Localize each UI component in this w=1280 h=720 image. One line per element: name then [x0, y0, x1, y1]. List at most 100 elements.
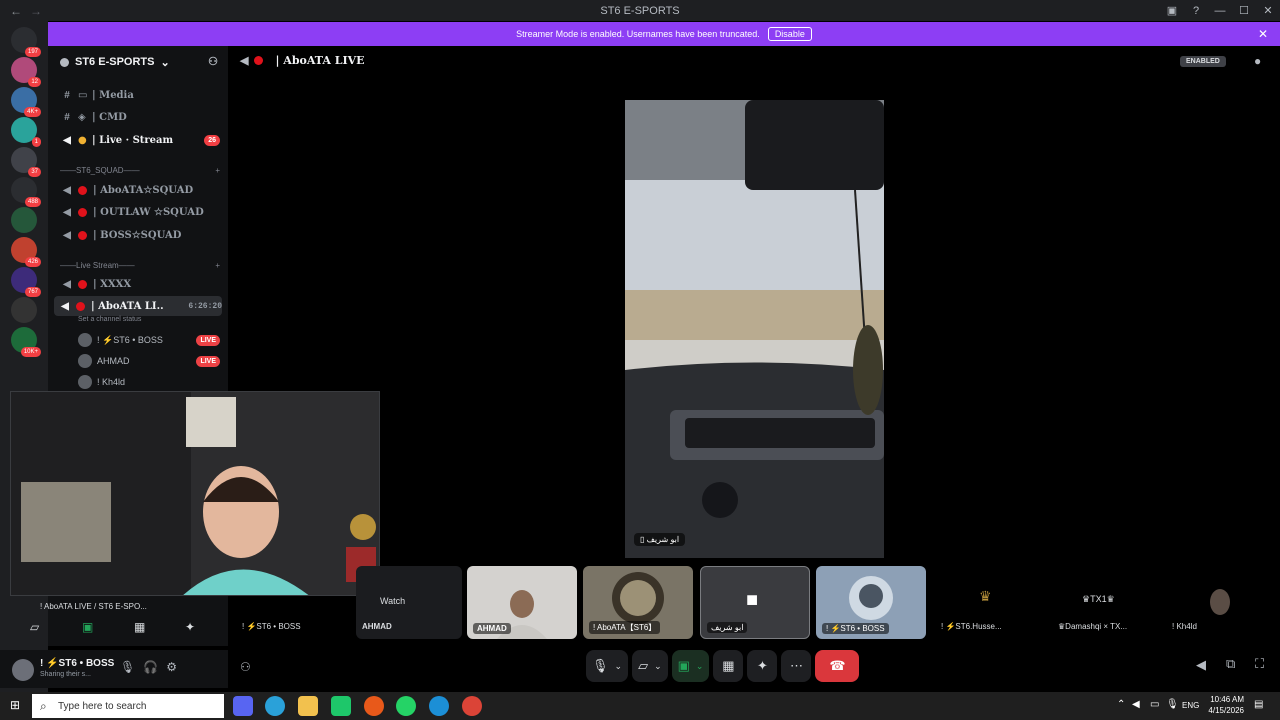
- live-badge: LIVE: [196, 355, 220, 367]
- gear-icon[interactable]: ⚙: [166, 660, 177, 674]
- guild-icon: [60, 57, 69, 67]
- participant-tile[interactable]: ♛ ! ⚡ST6.Husse...: [935, 566, 1045, 639]
- network-icon[interactable]: ▭: [1150, 699, 1159, 710]
- clock[interactable]: 10:46 AM 4/15/2026: [1208, 694, 1244, 716]
- participant-tile[interactable]: ! Kh4ld: [1168, 566, 1280, 639]
- add-channel-icon[interactable]: +: [215, 166, 220, 175]
- voice-channel-squad1[interactable]: ◀ | AboATA☆SQUAD: [56, 179, 226, 201]
- soundboard-button[interactable]: ✦: [747, 650, 778, 682]
- voice-user[interactable]: ! Kh4ld: [78, 372, 220, 392]
- channel-live-stream[interactable]: ◀ ● | Live · Stream 26: [56, 129, 220, 151]
- participant-tile[interactable]: AHMAD: [467, 566, 577, 639]
- streamer-mode-banner: Streamer Mode is enabled. Usernames have…: [48, 22, 1280, 46]
- discord-app-icon[interactable]: [233, 696, 253, 716]
- volume-icon[interactable]: ◀: [1196, 657, 1206, 673]
- participant-tile[interactable]: Watch AHMAD: [356, 566, 462, 639]
- microphone-icon[interactable]: 🎙: [120, 660, 135, 674]
- server-icon[interactable]: [11, 207, 37, 233]
- microphone-icon[interactable]: 🎙: [1166, 699, 1179, 710]
- voice-channel-squad3[interactable]: ◀ | BOSS☆SQUAD: [56, 224, 226, 246]
- server-icon[interactable]: 426: [11, 237, 41, 267]
- screen-share-button[interactable]: ▣ ⌄: [671, 650, 710, 682]
- hang-up-icon: ☎: [829, 658, 846, 673]
- voice-user[interactable]: AHMAD LIVE: [78, 351, 220, 371]
- headphones-icon[interactable]: 🎧: [143, 660, 158, 674]
- add-friend-icon[interactable]: ⚇: [240, 660, 251, 674]
- server-icon[interactable]: 12: [11, 57, 41, 87]
- help-icon[interactable]: ?: [1184, 5, 1208, 17]
- channel-media[interactable]: # ▭ | Media: [56, 84, 226, 106]
- edge-app-icon[interactable]: [429, 696, 449, 716]
- server-icon[interactable]: 4K+: [11, 87, 41, 117]
- inbox-icon[interactable]: ▣: [1160, 4, 1184, 17]
- participant-tile[interactable]: ! ⚡ST6 • BOSS: [234, 566, 354, 639]
- activities-icon[interactable]: ▦: [134, 620, 145, 634]
- ellipsis-icon: ⋯: [789, 658, 803, 673]
- screen-share-icon[interactable]: ▣: [82, 620, 93, 634]
- server-icon[interactable]: 37: [11, 147, 41, 177]
- enabled-badge[interactable]: ENABLED: [1180, 56, 1226, 67]
- channel-timer: 6:26:20: [188, 301, 222, 311]
- server-icon[interactable]: 197: [11, 27, 41, 57]
- chrome-app-icon[interactable]: [462, 696, 482, 716]
- stremio-app-icon[interactable]: [331, 696, 351, 716]
- more-options-button[interactable]: ⋯: [781, 650, 812, 682]
- server-badge: 4K+: [24, 107, 41, 117]
- hash-icon: #: [64, 111, 70, 123]
- channel-cmd[interactable]: # ◈ | CMD: [56, 106, 226, 128]
- channel-status[interactable]: Set a channel status: [78, 316, 141, 323]
- video-off-icon[interactable]: ▱: [30, 620, 39, 634]
- disable-button[interactable]: Disable: [767, 27, 812, 41]
- soundboard-icon[interactable]: ✦: [185, 620, 195, 634]
- username[interactable]: ! ⚡ST6 • BOSS: [40, 658, 114, 669]
- stream-video[interactable]: [625, 100, 884, 558]
- whatsapp-app-icon[interactable]: [396, 696, 416, 716]
- watch-button[interactable]: Watch: [380, 596, 405, 606]
- guild-header[interactable]: ST6 E-SPORTS ⌄ ⚇: [48, 46, 228, 78]
- popout-icon[interactable]: ⧉: [1226, 656, 1235, 672]
- participant-tile[interactable]: ! AboATA【ST6】: [583, 566, 693, 639]
- camera-button[interactable]: ▱ ⌄: [632, 650, 668, 682]
- telegram-app-icon[interactable]: [265, 696, 285, 716]
- file-explorer-icon[interactable]: [298, 696, 318, 716]
- server-icon[interactable]: [11, 297, 37, 323]
- invite-people-icon[interactable]: ⚇: [208, 55, 218, 68]
- category-st6-squad[interactable]: ——ST6_SQUAD—— +: [60, 166, 220, 175]
- disconnect-button[interactable]: ☎: [815, 650, 860, 682]
- fullscreen-icon[interactable]: ⛶: [1255, 656, 1264, 672]
- participant-tile[interactable]: ! ⚡ST6 • BOSS: [816, 566, 926, 639]
- category-live-stream[interactable]: ——Live Stream—— +: [60, 261, 220, 270]
- server-icon[interactable]: 488: [11, 177, 41, 207]
- banner-text: Streamer Mode is enabled. Usernames have…: [516, 29, 760, 39]
- language-indicator[interactable]: ENG: [1182, 701, 1199, 710]
- server-icon[interactable]: 10K+: [11, 327, 41, 357]
- user-panel: ! ⚡ST6 • BOSS Sharing their s... 🎙 🎧 ⚙ ⚇: [0, 650, 251, 688]
- voice-user[interactable]: ! ⚡ST6 • BOSS LIVE: [78, 330, 220, 350]
- chat-bubble-icon[interactable]: ●: [1254, 54, 1261, 68]
- server-icon[interactable]: 767: [11, 267, 41, 297]
- chevron-up-icon[interactable]: ⌃: [1117, 699, 1125, 710]
- taskbar-search[interactable]: ⌕ Type here to search: [32, 694, 224, 718]
- voice-channel-xxxx[interactable]: ◀ | XXXX: [56, 273, 226, 295]
- speaker-icon[interactable]: ◀: [1132, 699, 1140, 710]
- activities-button[interactable]: ▦: [713, 650, 744, 682]
- call-header: ◀ | AboATA LIVE: [240, 54, 365, 67]
- close-button[interactable]: ✕: [1256, 4, 1280, 17]
- participant-tile[interactable]: ■ ابو شريف: [700, 566, 810, 639]
- window-titlebar: ← → ST6 E-SPORTS ▣ ? — ☐ ✕: [0, 0, 1280, 21]
- firefox-app-icon[interactable]: [364, 696, 384, 716]
- server-icon[interactable]: 1: [11, 117, 41, 147]
- banner-close-icon[interactable]: ✕: [1258, 27, 1268, 41]
- voice-channel-active[interactable]: ◀ | AboATA LI.. 6:26:20: [54, 296, 222, 316]
- red-dot-icon: [78, 207, 87, 217]
- windows-start-icon[interactable]: ⊞: [10, 698, 20, 712]
- voice-channel-squad2[interactable]: ◀ | OUTLAW ☆SQUAD: [56, 201, 226, 223]
- maximize-button[interactable]: ☐: [1232, 4, 1256, 17]
- notification-icon[interactable]: ▤: [1254, 699, 1263, 710]
- activities-icon: ▦: [722, 658, 735, 673]
- participant-tile[interactable]: ♛TX1♛ ♛Damashqi × TX...: [1052, 566, 1164, 639]
- avatar[interactable]: [12, 659, 34, 681]
- minimize-button[interactable]: —: [1208, 5, 1232, 17]
- add-channel-icon[interactable]: +: [215, 261, 220, 270]
- mute-button[interactable]: 🎙 ⌄: [586, 650, 629, 682]
